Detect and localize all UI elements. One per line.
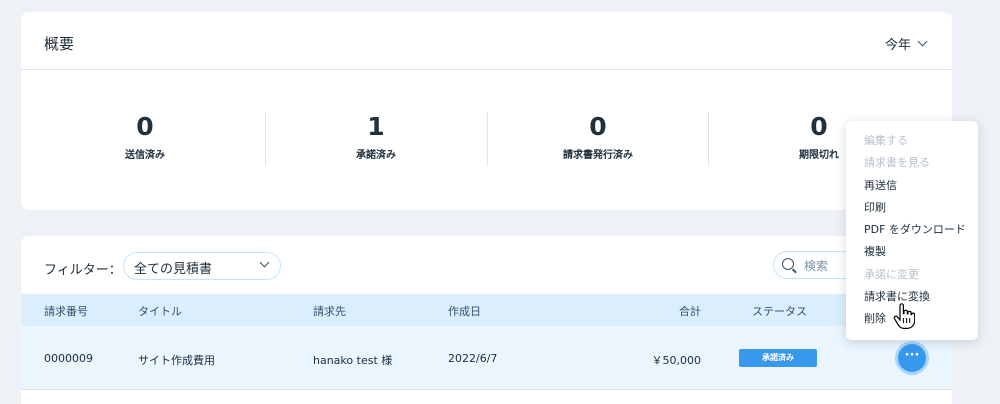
filter-value: 全ての見積書 bbox=[134, 262, 213, 277]
column-title[interactable]: タイトル bbox=[138, 303, 182, 319]
column-status[interactable]: ステータス bbox=[752, 303, 807, 319]
chevron-down-icon bbox=[917, 36, 928, 47]
stat-label: 請求書発行済み bbox=[563, 150, 633, 161]
table-header: 請求番号 タイトル 請求先 作成日 合計 ステータス bbox=[21, 294, 952, 326]
column-client[interactable]: 請求先 bbox=[313, 303, 346, 319]
row-created: 2022/6/7 bbox=[448, 352, 498, 365]
period-label: 今年 bbox=[884, 38, 911, 53]
column-number[interactable]: 請求番号 bbox=[44, 303, 88, 319]
table-row[interactable]: 0000009 サイト作成費用 hanako test 様 2022/6/7 ￥… bbox=[21, 326, 952, 390]
menu-item-resend[interactable]: 再送信 bbox=[846, 175, 978, 197]
row-client: hanako test 様 bbox=[313, 354, 393, 367]
menu-item-edit: 編集する bbox=[864, 134, 908, 147]
search-placeholder: 検索 bbox=[804, 259, 829, 273]
row-total: ￥50,000 bbox=[651, 354, 702, 367]
row-title: サイト作成費用 bbox=[138, 354, 215, 367]
hand-cursor-icon bbox=[893, 303, 915, 329]
menu-item-mark-accepted: 承諾に変更 bbox=[864, 267, 919, 281]
estimates-list-card: フィルター： 全ての見積書 検索 請求番号 タイトル 請求先 作成日 合計 ステ… bbox=[21, 236, 952, 404]
more-actions-button[interactable]: ··· bbox=[898, 344, 926, 372]
stat-label: 送信済み bbox=[125, 150, 165, 161]
overview-title: 概要 bbox=[44, 35, 75, 53]
overview-header: 概要 今年 bbox=[21, 12, 952, 70]
stat-invoiced: 0 請求書発行済み bbox=[487, 112, 709, 166]
stat-value: 0 bbox=[136, 112, 154, 141]
stat-value: 1 bbox=[367, 112, 385, 141]
menu-item-duplicate[interactable]: 複製 bbox=[846, 241, 978, 263]
period-selector[interactable]: 今年 bbox=[884, 34, 928, 53]
chevron-down-icon bbox=[259, 257, 270, 268]
status-badge: 承諾済み bbox=[739, 349, 817, 367]
menu-item-print[interactable]: 印刷 bbox=[846, 197, 978, 219]
stat-sent: 0 送信済み bbox=[34, 112, 256, 166]
stat-value: 0 bbox=[589, 112, 607, 141]
filter-label: フィルター： bbox=[44, 263, 122, 278]
column-total[interactable]: 合計 bbox=[679, 303, 701, 319]
search-icon bbox=[782, 258, 794, 270]
filter-dropdown[interactable]: 全ての見積書 bbox=[123, 252, 281, 280]
overview-card: 概要 今年 0 送信済み 1 承諾済み 0 請求書発行済み 0 期限切れ bbox=[21, 12, 952, 210]
column-created[interactable]: 作成日 bbox=[448, 303, 481, 319]
stat-accepted: 1 承諾済み bbox=[265, 112, 487, 166]
menu-item-view-invoice: 請求書を見る bbox=[864, 156, 930, 170]
row-number: 0000009 bbox=[44, 352, 93, 365]
menu-item-download-pdf[interactable]: PDF をダウンロード bbox=[846, 219, 978, 241]
stat-label: 承諾済み bbox=[356, 150, 396, 161]
